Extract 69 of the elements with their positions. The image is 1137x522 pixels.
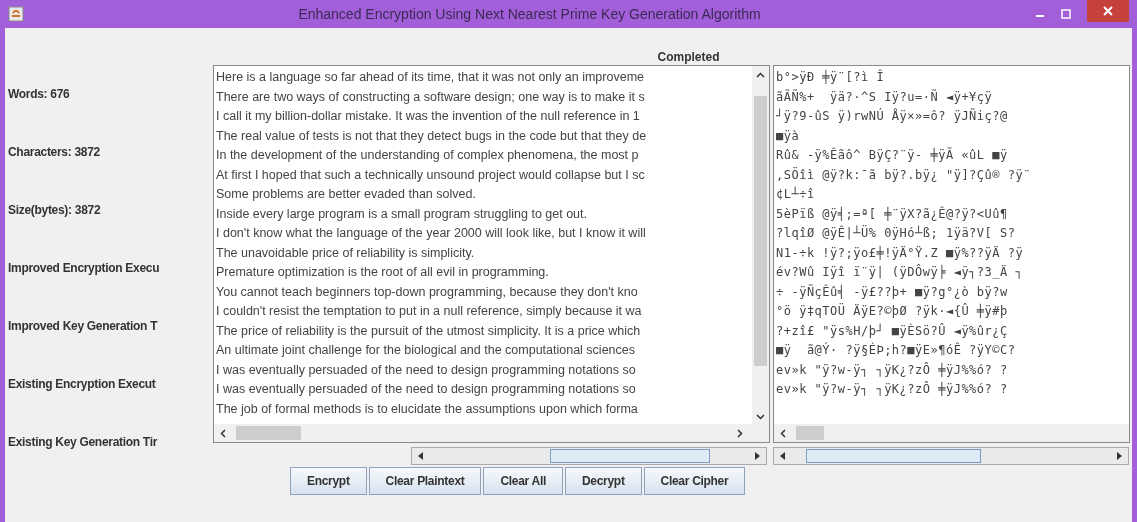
text-line: I was eventually persuaded of the need to design programming notations so: [216, 361, 636, 379]
horizontal-scrollbar[interactable]: [214, 424, 769, 442]
scroll-thumb[interactable]: [236, 426, 301, 440]
left-arrow-icon[interactable]: [418, 452, 424, 460]
cipher-line: Rû& -ÿ%Êãô^ BÿÇ?¨ÿ- ╪ÿÃ «ûL ■ÿ: [776, 146, 1008, 164]
action-button[interactable]: Encrypt: [290, 467, 367, 495]
ciphertext-area[interactable]: [773, 65, 1130, 443]
cipher-line: ãÃÑ%+ ÿä?·^S Iÿ?u=·Ñ ◄ÿ+¥çÿ: [776, 88, 993, 106]
text-line: In the development of the understanding of complex phenomena, the most p: [216, 147, 639, 164]
text-line: Premature optimization is the root of all evil in programming.: [216, 264, 549, 281]
scroll-thumb[interactable]: [754, 96, 767, 366]
window-title: Enhanced Encryption Using Next Nearest Prime Key Generation Algorithm: [297, 4, 762, 24]
text-line: At first I hoped that such a technically unsound project would collapse but I sc: [216, 166, 645, 184]
cipher-line: ?+zî£ "ÿs%H/þ┘ ■ÿÈSö?Û ◄ÿ%ûr¿Ç: [776, 322, 1008, 340]
text-line: I couldn't resist the temptation to put in a null reference, simply because it wa: [216, 303, 642, 320]
stat-label: Existing Key Generation Tir: [7, 434, 159, 449]
text-line: The price of reliability is the pursuit of the utmost simplicity. It is a price which: [216, 322, 641, 340]
text-line: You cannot teach beginners top-down programming, because they don't kno: [216, 283, 638, 301]
action-button[interactable]: Clear All: [483, 467, 563, 495]
cipher-line: N1-÷k !ÿ?;ÿo£╪!ÿÄ°Ÿ.Z ■ÿ%??ÿÄ ?ÿ: [776, 244, 1024, 262]
horizontal-scrollbar[interactable]: [773, 447, 1129, 465]
status-label: Completed: [656, 49, 721, 65]
close-button[interactable]: [1087, 0, 1129, 22]
scroll-thumb[interactable]: [796, 426, 824, 440]
stat-label: Size(bytes): 3872: [7, 202, 102, 217]
cipher-line: ÷ -ÿÑçÊû╡ -ÿ£??þ+ ■ÿ?g°¿ò bÿ?w: [776, 283, 1008, 301]
text-line: Some problems are better evaded than solved.: [216, 186, 476, 203]
text-line: An ultimate joint challenge for the biological and the computational sciences: [216, 342, 635, 359]
stat-label: Characters: 3872: [7, 144, 101, 159]
text-line: There are two ways of constructing a software design; one way is to make it s: [216, 88, 645, 106]
cipher-line: ?lqîØ @ÿÊ|┴Ü% 0ÿHó┴ß; 1ÿä?V[ S?: [776, 224, 1016, 242]
cipher-line: ┘ÿ?9-ûS ÿ)rwNÚ Åÿ×»=ô? ÿJÑiç?@: [776, 107, 1008, 125]
scroll-thumb[interactable]: [806, 449, 981, 463]
cipher-line: b°>ÿÐ ╪ÿ¨[?ì Î: [776, 68, 885, 86]
text-line: The unavoidable price of reliability is simplicity.: [216, 244, 475, 262]
left-arrow-icon[interactable]: [780, 452, 786, 460]
close-icon[interactable]: [1103, 6, 1113, 16]
vertical-scrollbar[interactable]: [752, 66, 769, 424]
horizontal-scrollbar[interactable]: [774, 424, 1129, 442]
text-line: The real value of tests is not that they detect bugs in the code but that they de: [216, 127, 647, 145]
horizontal-scrollbar[interactable]: [411, 447, 767, 465]
action-button[interactable]: Clear Cipher: [643, 467, 746, 495]
cipher-line: ■ÿ ã@Ý· ?ÿ§ÉÞ;h?■ÿE»¶óÊ ?ÿY©C?: [776, 341, 1016, 359]
cipher-line: ¢L┴÷î: [776, 185, 815, 203]
text-line: I call it my billion-dollar mistake. It was the invention of the null reference in 1: [216, 108, 640, 125]
scroll-thumb[interactable]: [550, 449, 710, 463]
right-arrow-icon[interactable]: [754, 452, 760, 460]
stat-label: Existing Encryption Execut: [7, 376, 157, 391]
cipher-line: °ö ÿ‡qTOÜ ÄÿE?©þØ ?ÿk·◄{Û ╪ÿ#þ: [776, 302, 1008, 320]
text-line: I was eventually persuaded of the need to design programming notations so: [216, 381, 636, 398]
maximize-icon[interactable]: [1061, 9, 1071, 19]
text-line: I don't know what the language of the year 2000 will look like, but I know it will: [216, 225, 646, 242]
text-line: Here is a language so far ahead of its time, that it was not only an improveme: [216, 69, 644, 86]
plaintext-area[interactable]: [213, 65, 770, 443]
app-icon: [8, 6, 24, 22]
cipher-line: 5èPïß @ÿ╡;=ª[ ╪¨ÿX?ã¿Ê@?ÿ?<Uû¶: [776, 205, 1008, 223]
stat-label: Improved Encryption Execu: [7, 260, 161, 275]
cipher-line: év?Wû Iÿî ï¨ÿ| (ÿDÔwÿ╞ ◄ÿ┐?3_Ä ┐: [776, 263, 1024, 281]
text-line: Inside every large program is a small program struggling to get out.: [216, 205, 587, 223]
stat-label: Improved Key Generation T: [7, 318, 159, 333]
cipher-line: ,SÖîì @ÿ?k:¯ã bÿ?.bÿ¿ "ÿ]?Çû® ?ÿ¨: [776, 166, 1031, 184]
right-arrow-icon[interactable]: [1116, 452, 1122, 460]
cipher-line: ■ÿà: [776, 127, 800, 145]
text-line: The job of formal methods is to elucidate the assumptions upon which forma: [216, 400, 638, 418]
action-button[interactable]: Clear Plaintext: [368, 467, 482, 495]
cipher-line: ev»k "ÿ?w-ÿ┐ ┐ÿK¿?zÔ ╪ÿJ%%ó? ?: [776, 380, 1008, 398]
stat-label: Words: 676: [7, 86, 71, 101]
action-button[interactable]: Decrypt: [565, 467, 642, 495]
cipher-line: ev»k "ÿ?w-ÿ┐ ┐ÿK¿?zÔ ╪ÿJ%%ó? ?: [776, 361, 1008, 379]
